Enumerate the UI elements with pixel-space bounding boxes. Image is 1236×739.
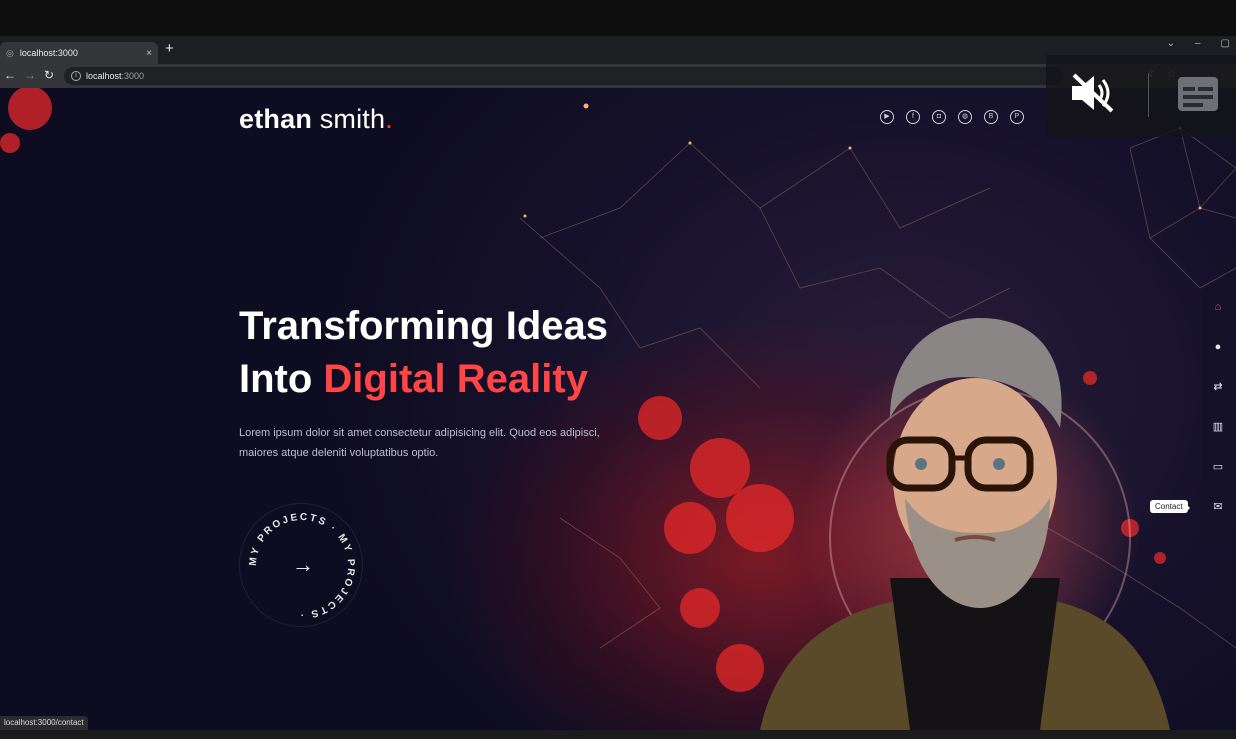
logo-dot: . — [385, 104, 393, 134]
hero-description: Lorem ipsum dolor sit amet consectetur a… — [239, 427, 600, 459]
maximize-icon[interactable]: ▢ — [1221, 38, 1230, 49]
services-icon[interactable]: ⇄ — [1210, 379, 1226, 395]
portfolio-icon[interactable]: ▥ — [1210, 419, 1226, 435]
window-controls: ⌄ – ▢ — [1167, 38, 1230, 49]
url-port: :3000 — [121, 71, 145, 81]
logo-first-name: ethan — [239, 104, 313, 134]
hero-title: Transforming Ideas Into Digital Reality — [239, 300, 608, 406]
captions-icon[interactable] — [1178, 77, 1218, 111]
contact-icon[interactable]: ✉ — [1210, 499, 1226, 515]
testimonials-icon[interactable]: ▭ — [1210, 459, 1226, 475]
pinterest-icon[interactable]: P — [1010, 110, 1024, 124]
chevron-down-icon[interactable]: ⌄ — [1167, 38, 1175, 49]
video-controls-overlay — [1046, 55, 1236, 137]
new-tab-button[interactable]: + — [165, 40, 174, 57]
globe-icon: ◎ — [6, 47, 14, 58]
social-links: ▶ f ◘ ◍ B P — [880, 110, 1024, 124]
home-icon[interactable]: ⌂ — [1210, 299, 1226, 315]
forward-arrow-icon[interactable]: → — [24, 68, 36, 82]
video-top-bar — [0, 0, 1236, 36]
arrow-right-icon: → — [292, 552, 314, 577]
facebook-icon[interactable]: f — [906, 110, 920, 124]
site-logo[interactable]: ethan smith. — [239, 104, 393, 135]
tab-title: localhost:3000 — [19, 48, 78, 58]
hero-title-accent: Digital Reality — [323, 357, 588, 401]
taskbar — [0, 730, 1236, 739]
logo-last-name: smith — [312, 104, 386, 134]
reload-icon[interactable]: ↻ — [44, 68, 54, 82]
hero-title-line1: Transforming Ideas — [239, 304, 608, 348]
side-navigation: ⌂ ● ⇄ ▥ ▭ ✉ — [1201, 283, 1235, 537]
portrait-illustration — [760, 318, 1170, 730]
hero-title-line2: Into Digital Reality — [239, 353, 608, 406]
hero-title-prefix: Into — [239, 357, 324, 401]
youtube-icon[interactable]: ▶ — [880, 110, 894, 124]
portfolio-page: ethan smith. ▶ f ◘ ◍ B P Transforming Id… — [0, 88, 1236, 730]
minimize-icon[interactable]: – — [1195, 38, 1201, 49]
url-field[interactable]: i localhost:3000 — [64, 67, 1064, 85]
browser-tab[interactable]: ◎ localhost:3000 × — [0, 42, 158, 64]
user-icon[interactable]: ● — [1210, 339, 1226, 355]
behance-icon[interactable]: B — [984, 110, 998, 124]
status-bar-url: localhost:3000/contact — [0, 716, 88, 730]
info-icon[interactable]: i — [71, 71, 81, 81]
contact-tooltip: Contact — [1150, 500, 1190, 513]
mute-icon[interactable] — [1068, 71, 1116, 115]
dribbble-icon[interactable]: ◍ — [958, 110, 972, 124]
my-projects-button[interactable]: MY PROJECTS · MY PROJECTS · → — [239, 503, 363, 627]
url-host: localhost — [86, 71, 122, 81]
back-arrow-icon[interactable]: ← — [4, 68, 16, 82]
overlay-divider — [1148, 73, 1149, 117]
instagram-icon[interactable]: ◘ — [932, 110, 946, 124]
tab-close-icon[interactable]: × — [146, 48, 152, 59]
